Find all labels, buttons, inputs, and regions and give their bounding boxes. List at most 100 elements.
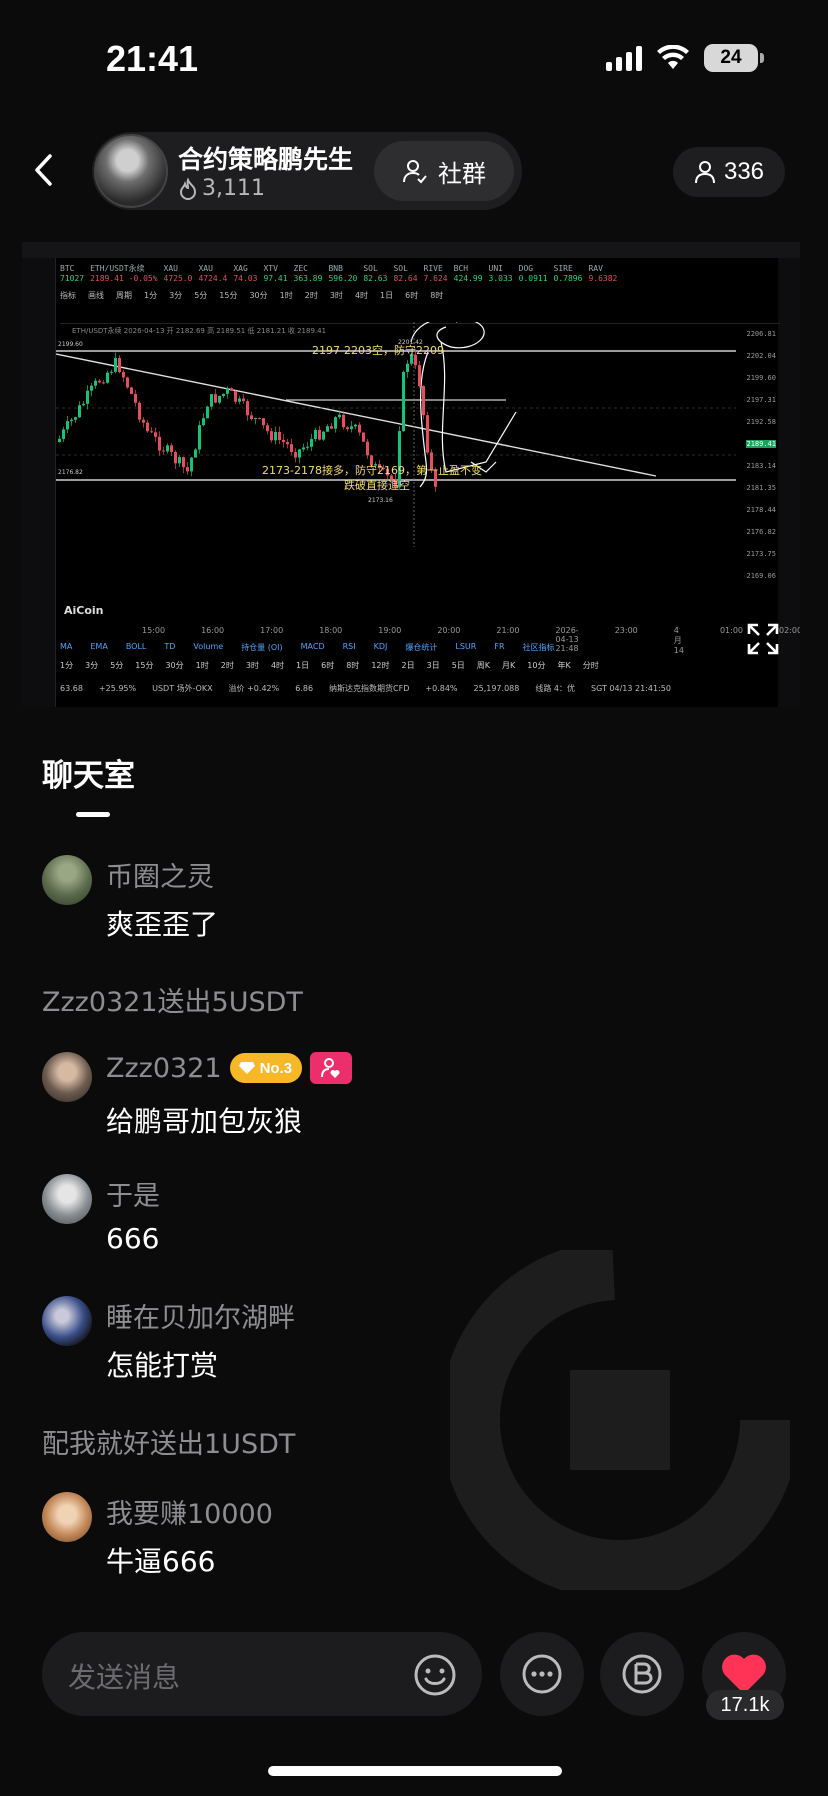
ticker-item[interactable]: ETH/USDT永续 2189.41 -0.05%: [90, 264, 157, 286]
period-option[interactable]: 10分: [527, 660, 545, 676]
strip-item[interactable]: 25,197.088: [474, 684, 520, 693]
chat-username[interactable]: 睡在贝加尔湖畔: [106, 1296, 295, 1335]
timeframe-option[interactable]: 周期: [116, 290, 132, 306]
chat-username[interactable]: 于是: [106, 1174, 160, 1213]
period-option[interactable]: 月K: [502, 660, 515, 676]
coin-tip-button[interactable]: [600, 1632, 684, 1716]
period-option[interactable]: 30分: [165, 660, 183, 676]
period-option[interactable]: 2日: [402, 660, 415, 676]
indicator-option[interactable]: MA: [60, 642, 72, 658]
indicator-option[interactable]: TD: [164, 642, 175, 658]
indicator-option[interactable]: Volume: [193, 642, 223, 658]
period-option[interactable]: 12时: [371, 660, 389, 676]
ticker-item[interactable]: ZEC 363.89: [294, 264, 323, 286]
strip-item[interactable]: +0.84%: [425, 684, 457, 693]
timeframe-option[interactable]: 指标: [60, 290, 76, 306]
period-option[interactable]: 3时: [246, 660, 259, 676]
emoji-icon[interactable]: [412, 1652, 458, 1698]
period-option[interactable]: 2时: [221, 660, 234, 676]
time-tick[interactable]: 02:00: [779, 626, 800, 655]
timeframe-option[interactable]: 15分: [219, 290, 237, 306]
candle-body: [426, 415, 429, 453]
back-arrow-icon[interactable]: [28, 152, 64, 188]
period-option[interactable]: 年K: [557, 660, 570, 676]
timeframe-option[interactable]: 3时: [330, 290, 343, 306]
timeframe-option[interactable]: 1分: [144, 290, 157, 306]
ticker-price: 4725.0: [163, 274, 193, 283]
indicator-option[interactable]: RSI: [343, 642, 356, 658]
candle-body: [194, 449, 197, 458]
indicator-option[interactable]: 爆仓统计: [405, 642, 437, 658]
viewer-count-pill[interactable]: 336: [673, 147, 785, 197]
ticker-item[interactable]: SIRE 0.7896: [554, 264, 583, 286]
strip-item[interactable]: 6.86: [295, 684, 313, 693]
indicator-option[interactable]: FR: [494, 642, 504, 658]
period-option[interactable]: 1日: [296, 660, 309, 676]
period-option[interactable]: 3日: [427, 660, 440, 676]
indicator-option[interactable]: 持仓量 (OI): [241, 642, 282, 658]
user-avatar[interactable]: [42, 1052, 92, 1102]
user-avatar[interactable]: [42, 1492, 92, 1542]
strip-item[interactable]: SGT 04/13 21:41:50: [591, 684, 671, 693]
user-avatar[interactable]: [42, 1174, 92, 1224]
period-option[interactable]: 6时: [321, 660, 334, 676]
fullscreen-icon[interactable]: [746, 622, 780, 656]
ticker-item[interactable]: DOG 0.0911: [519, 264, 548, 286]
host-avatar[interactable]: [94, 134, 168, 208]
timeframe-option[interactable]: 6时: [405, 290, 418, 306]
period-option[interactable]: 8时: [346, 660, 359, 676]
timeframe-option[interactable]: 4时: [355, 290, 368, 306]
period-option[interactable]: 5分: [110, 660, 123, 676]
timeframe-option[interactable]: 1日: [380, 290, 393, 306]
chat-username[interactable]: Zzz0321: [106, 1053, 222, 1084]
ticker-item[interactable]: SOL 82.64: [393, 264, 417, 286]
more-button[interactable]: [500, 1632, 584, 1716]
period-option[interactable]: 15分: [135, 660, 153, 676]
period-option[interactable]: 1分: [60, 660, 73, 676]
period-option[interactable]: 3分: [85, 660, 98, 676]
ticker-item[interactable]: SOL 82.63: [363, 264, 387, 286]
indicator-option[interactable]: KDJ: [374, 642, 388, 658]
timeframe-option[interactable]: 3分: [169, 290, 182, 306]
chat-username[interactable]: 我要赚10000: [106, 1492, 273, 1531]
period-option[interactable]: 周K: [477, 660, 490, 676]
indicator-option[interactable]: BOLL: [126, 642, 147, 658]
indicator-option[interactable]: LSUR: [455, 642, 476, 658]
period-option[interactable]: 5日: [452, 660, 465, 676]
ticker-item[interactable]: BTC 71027: [60, 264, 84, 286]
candle-body: [166, 445, 169, 452]
indicator-option[interactable]: MACD: [301, 642, 325, 658]
ticker-item[interactable]: UNI 3.033: [489, 264, 513, 286]
chat-username[interactable]: 币圈之灵: [106, 855, 214, 894]
timeframe-option[interactable]: 8时: [430, 290, 443, 306]
ticker-symbol: RIVE: [423, 264, 443, 273]
ticker-item[interactable]: RAV 9.6382: [588, 264, 617, 286]
period-option[interactable]: 1时: [196, 660, 209, 676]
community-button[interactable]: 社群: [374, 141, 514, 201]
strip-item[interactable]: 63.68: [60, 684, 83, 693]
strip-item[interactable]: 纳斯达克指数期货CFD: [329, 683, 409, 694]
strip-item[interactable]: +25.95%: [99, 684, 136, 693]
indicator-option[interactable]: EMA: [90, 642, 107, 658]
ticker-item[interactable]: BNB 596.20: [328, 264, 357, 286]
ticker-item[interactable]: XTV 97.41: [263, 264, 287, 286]
ticker-item[interactable]: XAU 4724.4: [198, 264, 227, 286]
ticker-item[interactable]: RIVE 7.624: [424, 264, 448, 286]
ticker-item[interactable]: BCH 424.99: [454, 264, 483, 286]
timeframe-option[interactable]: 2时: [305, 290, 318, 306]
indicator-option[interactable]: 社区指标: [523, 642, 555, 658]
user-avatar[interactable]: [42, 1296, 92, 1346]
live-video-stream[interactable]: BTC 71027 ETH/USDT永续 2189.41 -0.05% XAU 4725.…: [22, 242, 800, 707]
timeframe-option[interactable]: 画线: [88, 290, 104, 306]
ticker-item[interactable]: XAG 74.03: [233, 264, 257, 286]
strip-item[interactable]: 溢价 +0.42%: [229, 683, 280, 694]
period-option[interactable]: 分时: [583, 660, 599, 676]
user-avatar[interactable]: [42, 855, 92, 905]
timeframe-option[interactable]: 5分: [194, 290, 207, 306]
strip-item[interactable]: USDT 场外-OKX: [152, 683, 212, 694]
timeframe-option[interactable]: 1时: [280, 290, 293, 306]
ticker-item[interactable]: XAU 4725.0: [164, 264, 193, 286]
timeframe-option[interactable]: 30分: [249, 290, 267, 306]
strip-item[interactable]: 线路 4：优: [535, 683, 575, 694]
period-option[interactable]: 4时: [271, 660, 284, 676]
